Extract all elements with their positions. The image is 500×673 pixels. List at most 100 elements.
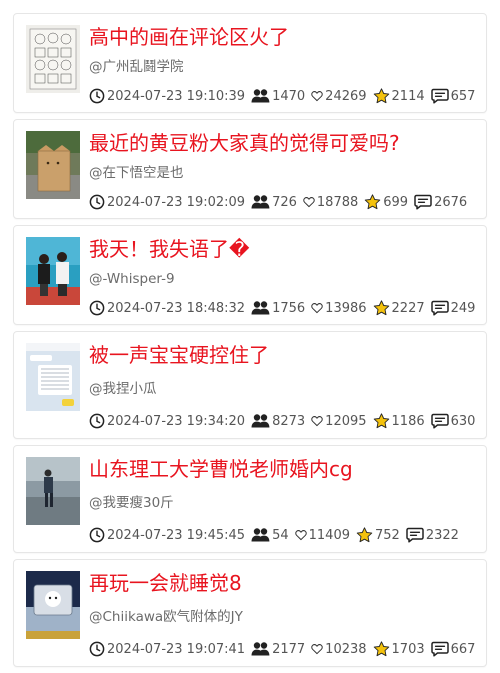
post-favorites[interactable]: 699 — [364, 194, 408, 210]
post-card[interactable]: 高中的画在评论区火了 @广州乱鬪学院 2024-07-23 19:10:39 1… — [13, 13, 487, 113]
post-time: 2024-07-23 19:10:39 — [89, 88, 245, 104]
post-viewers-value: 8273 — [272, 413, 306, 429]
people-icon — [251, 527, 270, 543]
post-comments-value: 2322 — [425, 527, 459, 543]
post-time: 2024-07-23 18:48:32 — [89, 300, 245, 316]
comment-icon[interactable] — [406, 527, 424, 543]
post-viewers-value: 1756 — [272, 300, 306, 316]
post-likes[interactable]: 12095 — [311, 413, 367, 429]
heart-icon[interactable] — [303, 196, 315, 208]
post-time-value: 2024-07-23 19:07:41 — [107, 641, 246, 657]
post-comments[interactable]: 630 — [430, 413, 475, 429]
clock-icon — [89, 194, 105, 210]
post-comments-value: 657 — [450, 88, 476, 104]
post-title[interactable]: 被一声宝宝硬控住了 — [89, 341, 478, 369]
post-time: 2024-07-23 19:45:45 — [89, 527, 245, 543]
heart-icon[interactable] — [311, 90, 323, 102]
post-likes[interactable]: 24269 — [311, 88, 367, 104]
people-icon — [251, 300, 270, 316]
post-likes-value: 24269 — [325, 88, 367, 104]
post-thumbnail[interactable] — [26, 131, 80, 199]
post-meta: 2024-07-23 19:10:39 1470 24269 2114 657 — [89, 87, 481, 105]
heart-icon[interactable] — [311, 302, 323, 314]
post-card[interactable]: 我天！我失语了� @-Whisper-9 2024-07-23 18:48:32… — [13, 225, 487, 325]
post-meta: 2024-07-23 19:07:41 2177 10238 1703 667 — [89, 640, 481, 658]
post-author[interactable]: @-Whisper-9 — [89, 270, 175, 288]
comment-icon[interactable] — [414, 194, 432, 210]
post-viewers: 726 — [251, 194, 297, 210]
heart-icon[interactable] — [311, 415, 323, 427]
post-card[interactable]: 被一声宝宝硬控住了 @我捏小瓜 2024-07-23 19:34:20 8273… — [13, 331, 487, 439]
post-thumbnail[interactable] — [26, 457, 80, 525]
star-icon[interactable] — [364, 194, 381, 210]
clock-icon — [89, 88, 105, 104]
comment-icon[interactable] — [430, 413, 449, 429]
post-title[interactable]: 山东理工大学曹悦老师婚内cg — [89, 455, 478, 483]
clock-icon — [89, 300, 105, 316]
post-viewers: 1470 — [251, 88, 305, 104]
heart-icon[interactable] — [311, 643, 323, 655]
post-comments-value: 249 — [450, 300, 476, 316]
post-author[interactable]: @我要瘦30斤 — [89, 494, 174, 512]
star-icon[interactable] — [373, 88, 390, 104]
post-viewers: 1756 — [251, 300, 305, 316]
post-author[interactable]: @Chiikawa欧气附体的JY — [89, 608, 243, 626]
star-icon[interactable] — [373, 413, 390, 429]
post-meta: 2024-07-23 19:02:09 726 18788 699 2676 — [89, 193, 473, 211]
post-thumbnail[interactable] — [26, 571, 80, 639]
clock-icon — [89, 527, 105, 543]
post-card[interactable]: 山东理工大学曹悦老师婚内cg @我要瘦30斤 2024-07-23 19:45:… — [13, 445, 487, 553]
heart-icon[interactable] — [294, 529, 307, 541]
post-comments[interactable]: 2676 — [414, 194, 467, 210]
post-time-value: 2024-07-23 19:02:09 — [107, 194, 246, 210]
post-author[interactable]: @在下悟空是也 — [89, 164, 184, 182]
post-comments-value: 667 — [450, 641, 476, 657]
post-favorites[interactable]: 752 — [356, 527, 400, 543]
post-title[interactable]: 高中的画在评论区火了 — [89, 23, 478, 51]
post-thumbnail[interactable] — [26, 343, 80, 411]
post-comments[interactable]: 657 — [430, 88, 476, 104]
post-favorites[interactable]: 2227 — [373, 300, 425, 316]
post-title[interactable]: 最近的黄豆粉大家真的觉得可爱吗? — [89, 129, 478, 157]
post-likes[interactable]: 18788 — [303, 195, 358, 210]
post-title[interactable]: 我天！我失语了� — [89, 235, 478, 263]
comment-icon[interactable] — [430, 88, 449, 104]
post-comments[interactable]: 2322 — [406, 527, 459, 543]
post-likes-value: 18788 — [316, 194, 359, 210]
post-likes-value: 10238 — [325, 641, 367, 657]
post-favorites-value: 699 — [383, 194, 409, 210]
post-title[interactable]: 再玩一会就睡觉8 — [89, 569, 478, 597]
post-viewers-value: 2177 — [272, 641, 306, 657]
post-favorites-value: 2227 — [391, 300, 425, 316]
post-card[interactable]: 最近的黄豆粉大家真的觉得可爱吗? @在下悟空是也 2024-07-23 19:0… — [13, 119, 487, 219]
post-thumbnail[interactable] — [26, 25, 80, 93]
post-favorites[interactable]: 2114 — [373, 88, 425, 104]
post-thumbnail[interactable] — [26, 237, 80, 305]
post-card[interactable]: 再玩一会就睡觉8 @Chiikawa欧气附体的JY 2024-07-23 19:… — [13, 559, 487, 667]
star-icon[interactable] — [356, 527, 373, 543]
post-meta: 2024-07-23 18:48:32 1756 13986 2227 249 — [89, 299, 481, 317]
post-favorites-value: 1186 — [391, 413, 425, 429]
post-likes[interactable]: 13986 — [311, 300, 367, 316]
post-viewers: 8273 — [251, 413, 305, 429]
post-author[interactable]: @广州乱鬪学院 — [89, 58, 184, 76]
post-author[interactable]: @我捏小瓜 — [89, 380, 157, 398]
clock-icon — [89, 413, 105, 429]
post-time-value: 2024-07-23 18:48:32 — [107, 300, 246, 316]
star-icon[interactable] — [373, 300, 390, 316]
post-likes-value: 13986 — [325, 300, 367, 316]
post-viewers: 54 — [251, 527, 289, 543]
post-time: 2024-07-23 19:34:20 — [89, 413, 245, 429]
post-likes[interactable]: 11409 — [294, 527, 350, 543]
post-time-value: 2024-07-23 19:10:39 — [107, 88, 246, 104]
post-likes[interactable]: 10238 — [311, 641, 367, 657]
comment-icon[interactable] — [430, 300, 449, 316]
post-favorites[interactable]: 1186 — [373, 413, 425, 429]
post-likes-value: 11409 — [308, 527, 350, 543]
post-likes-value: 12095 — [325, 413, 367, 429]
post-viewers-value: 54 — [272, 527, 289, 543]
post-feed: 高中的画在评论区火了 @广州乱鬪学院 2024-07-23 19:10:39 1… — [13, 13, 487, 673]
post-comments[interactable]: 249 — [430, 300, 476, 316]
post-time-value: 2024-07-23 19:34:20 — [107, 413, 246, 429]
people-icon — [251, 413, 270, 429]
